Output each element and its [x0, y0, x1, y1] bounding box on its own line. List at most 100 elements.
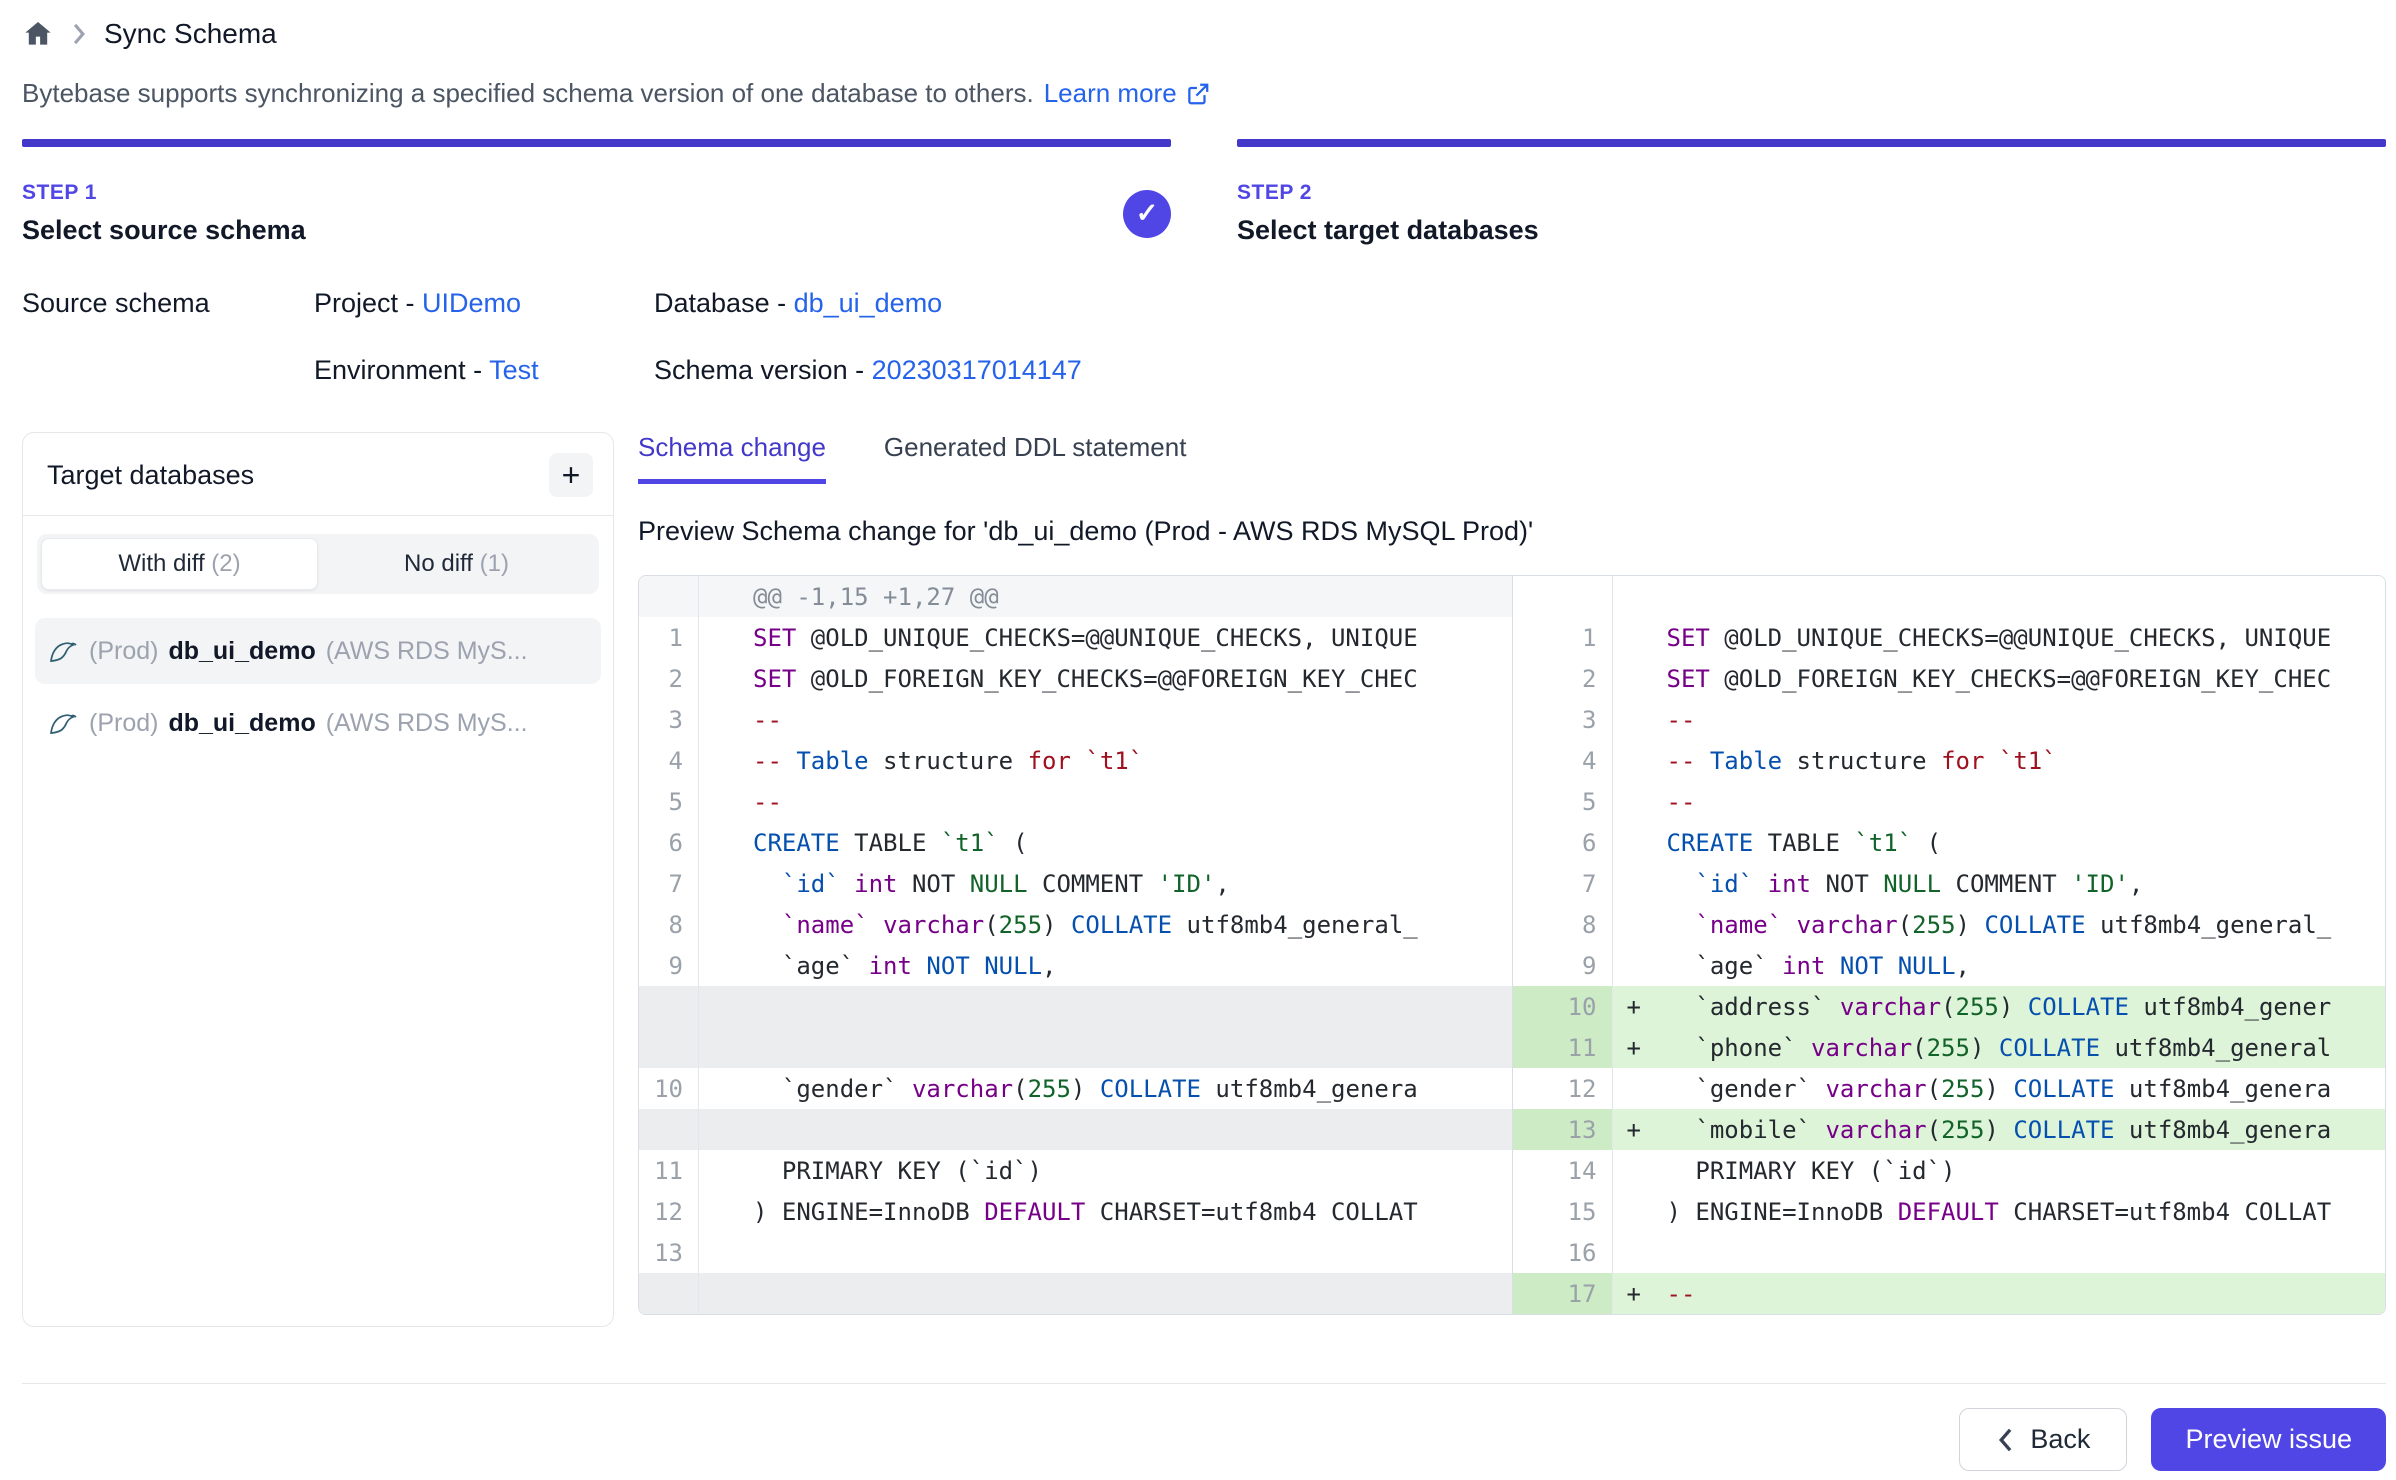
- schema-diff-view: @@ -1,15 +1,27 @@1SET @OLD_UNIQUE_CHECKS…: [638, 575, 2386, 1315]
- code-line: `age` int NOT NULL,: [699, 945, 1512, 986]
- tab-with-diff[interactable]: With diff (2): [41, 538, 318, 590]
- preview-tabs: Schema change Generated DDL statement: [638, 432, 2386, 484]
- tab-schema-change[interactable]: Schema change: [638, 432, 826, 484]
- line-number: 13: [1513, 1109, 1613, 1150]
- diff-pane-target[interactable]: 1SET @OLD_UNIQUE_CHECKS=@@UNIQUE_CHECKS,…: [1513, 576, 2386, 1314]
- code-line: +--: [1613, 1273, 2386, 1314]
- target-databases-title: Target databases: [47, 460, 254, 491]
- code-line: [699, 986, 1512, 1027]
- code-line: [699, 1109, 1512, 1150]
- diff-row: 13: [639, 1232, 1512, 1273]
- chevron-left-icon: [1996, 1426, 2014, 1454]
- code-line: `name` varchar(255) COLLATE utf8mb4_gene…: [1613, 904, 2386, 945]
- code-line: SET @OLD_UNIQUE_CHECKS=@@UNIQUE_CHECKS, …: [1613, 617, 2386, 658]
- step1-completed-check-icon: ✓: [1123, 190, 1171, 238]
- intro-description: Bytebase supports synchronizing a specif…: [22, 78, 1034, 109]
- diff-row: 4-- Table structure for `t1`: [1513, 740, 2386, 781]
- diff-row: 5--: [639, 781, 1512, 822]
- preview-title: Preview Schema change for 'db_ui_demo (P…: [638, 516, 2386, 547]
- diff-row: [639, 1109, 1512, 1150]
- code-line: `gender` varchar(255) COLLATE utf8mb4_ge…: [699, 1068, 1512, 1109]
- mysql-icon: [47, 707, 79, 739]
- line-number: 17: [1513, 1273, 1613, 1314]
- breadcrumb-chevron-icon: [70, 21, 88, 47]
- diff-row: 2SET @OLD_FOREIGN_KEY_CHECKS=@@FOREIGN_K…: [1513, 658, 2386, 699]
- line-number: [639, 986, 699, 1027]
- code-line: -- Table structure for `t1`: [1613, 740, 2386, 781]
- line-number: 6: [639, 822, 699, 863]
- database-list-item[interactable]: (Prod) db_ui_demo (AWS RDS MyS...: [35, 618, 601, 684]
- step-progress-bars: [22, 139, 2386, 147]
- diff-row: 10 `gender` varchar(255) COLLATE utf8mb4…: [639, 1068, 1512, 1109]
- preview-issue-button[interactable]: Preview issue: [2151, 1408, 2386, 1471]
- external-link-icon: [1185, 81, 1211, 107]
- diff-row: 12 `gender` varchar(255) COLLATE utf8mb4…: [1513, 1068, 2386, 1109]
- code-line: --: [1613, 781, 2386, 822]
- code-line: + `address` varchar(255) COLLATE utf8mb4…: [1613, 986, 2386, 1027]
- footer-actions: Back Preview issue: [22, 1384, 2386, 1471]
- code-line: [699, 1273, 1512, 1314]
- environment-link[interactable]: Test: [489, 355, 539, 385]
- diff-row: 6CREATE TABLE `t1` (: [639, 822, 1512, 863]
- line-number: 12: [639, 1191, 699, 1232]
- added-line-marker: +: [1627, 1280, 1641, 1308]
- diff-row: 14 PRIMARY KEY (`id`): [1513, 1150, 2386, 1191]
- environment-field: Environment - Test: [314, 355, 654, 386]
- diff-filter-tabs: With diff (2) No diff (1): [37, 534, 599, 594]
- code-line: `id` int NOT NULL COMMENT 'ID',: [1613, 863, 2386, 904]
- step-1: STEP 1 Select source schema ✓: [22, 181, 1171, 246]
- step1-progress-bar: [22, 139, 1171, 147]
- code-line: SET @OLD_FOREIGN_KEY_CHECKS=@@FOREIGN_KE…: [699, 658, 1512, 699]
- database-environment: (Prod): [89, 709, 158, 738]
- line-number: 9: [1513, 945, 1613, 986]
- learn-more-link[interactable]: Learn more: [1044, 78, 1211, 109]
- step1-label: STEP 1: [22, 181, 306, 205]
- diff-row: 8 `name` varchar(255) COLLATE utf8mb4_ge…: [1513, 904, 2386, 945]
- code-line: SET @OLD_UNIQUE_CHECKS=@@UNIQUE_CHECKS, …: [699, 617, 1512, 658]
- line-number: 11: [639, 1150, 699, 1191]
- line-number: 10: [639, 1068, 699, 1109]
- diff-row: 9 `age` int NOT NULL,: [1513, 945, 2386, 986]
- step2-title: Select target databases: [1237, 215, 1539, 246]
- code-line: `id` int NOT NULL COMMENT 'ID',: [699, 863, 1512, 904]
- diff-row: [1513, 576, 2386, 617]
- project-link[interactable]: UIDemo: [422, 288, 521, 318]
- diff-row: 11+ `phone` varchar(255) COLLATE utf8mb4…: [1513, 1027, 2386, 1068]
- code-line: SET @OLD_FOREIGN_KEY_CHECKS=@@FOREIGN_KE…: [1613, 658, 2386, 699]
- diff-row: 6CREATE TABLE `t1` (: [1513, 822, 2386, 863]
- code-line: CREATE TABLE `t1` (: [699, 822, 1512, 863]
- schema-version-link[interactable]: 20230317014147: [872, 355, 1082, 385]
- diff-row: 8 `name` varchar(255) COLLATE utf8mb4_ge…: [639, 904, 1512, 945]
- code-line: --: [699, 781, 1512, 822]
- diff-row: @@ -1,15 +1,27 @@: [639, 576, 1512, 617]
- code-line: [1613, 1232, 2386, 1273]
- database-instance: (AWS RDS MyS...: [326, 637, 528, 666]
- line-number: [639, 1027, 699, 1068]
- add-target-database-button[interactable]: +: [549, 453, 593, 497]
- target-database-list: (Prod) db_ui_demo (AWS RDS MyS... (Prod)…: [23, 602, 613, 766]
- line-number: [639, 576, 699, 617]
- home-icon[interactable]: [22, 18, 54, 50]
- diff-row: 4-- Table structure for `t1`: [639, 740, 1512, 781]
- diff-row: [639, 986, 1512, 1027]
- line-number: 9: [639, 945, 699, 986]
- diff-row: 10+ `address` varchar(255) COLLATE utf8m…: [1513, 986, 2386, 1027]
- line-number: 13: [639, 1232, 699, 1273]
- tab-generated-ddl[interactable]: Generated DDL statement: [884, 432, 1187, 484]
- steps-row: STEP 1 Select source schema ✓ STEP 2 Sel…: [22, 181, 2386, 246]
- database-instance: (AWS RDS MyS...: [326, 709, 528, 738]
- code-line: [699, 1027, 1512, 1068]
- source-schema-label: Source schema: [22, 288, 314, 386]
- database-list-item[interactable]: (Prod) db_ui_demo (AWS RDS MyS...: [35, 690, 601, 756]
- breadcrumb: Sync Schema: [22, 14, 2386, 54]
- diff-row: 15) ENGINE=InnoDB DEFAULT CHARSET=utf8mb…: [1513, 1191, 2386, 1232]
- code-line: ) ENGINE=InnoDB DEFAULT CHARSET=utf8mb4 …: [1613, 1191, 2386, 1232]
- code-line: --: [699, 699, 1512, 740]
- database-field: Database - db_ui_demo: [654, 288, 1082, 319]
- database-link[interactable]: db_ui_demo: [794, 288, 943, 318]
- line-number: 2: [1513, 658, 1613, 699]
- line-number: 12: [1513, 1068, 1613, 1109]
- diff-pane-source[interactable]: @@ -1,15 +1,27 @@1SET @OLD_UNIQUE_CHECKS…: [639, 576, 1513, 1314]
- tab-no-diff[interactable]: No diff (1): [318, 538, 595, 590]
- back-button[interactable]: Back: [1959, 1408, 2127, 1471]
